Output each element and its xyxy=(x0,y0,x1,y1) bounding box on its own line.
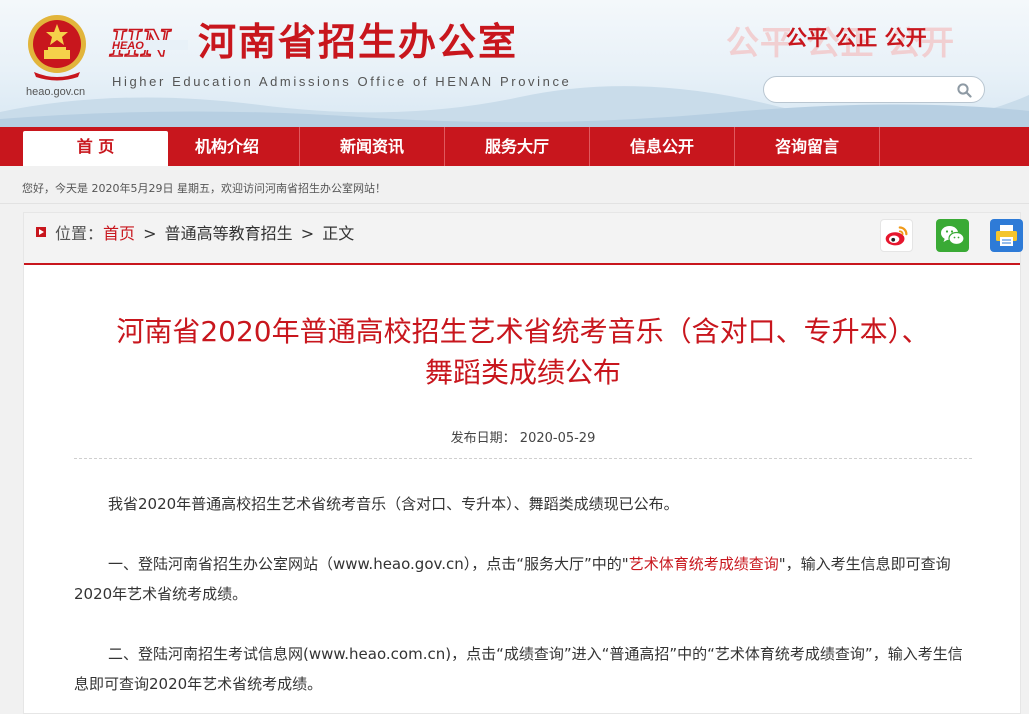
breadcrumb-marker-icon xyxy=(36,227,46,237)
breadcrumb: 位置：首页 > 普通高等教育招生 > 正文 xyxy=(55,223,354,245)
article-paragraph: 二、登陆河南招生考试信息网(www.heao.com.cn)，点击“成绩查询”进… xyxy=(74,645,963,693)
search-box[interactable] xyxy=(763,76,985,103)
site-title[interactable]: 河南省招生办公室 xyxy=(198,20,518,64)
logo-mark-text: HEAO xyxy=(112,40,144,52)
heao-logo-icon[interactable]: HN HEAO xyxy=(108,20,190,64)
publish-date-value: 2020-05-29 xyxy=(519,431,596,446)
site-header: heao.gov.cn HN HEAO 河南省招生办公室 Higher Educ… xyxy=(0,0,1029,127)
article-title: 河南省2020年普通高校招生艺术省统考音乐（含对口、专升本）、 舞蹈类成绩公布 xyxy=(64,311,982,393)
site-domain: heao.gov.cn xyxy=(26,86,86,98)
divider xyxy=(0,203,1029,204)
breadcrumb-home-link[interactable]: 首页 xyxy=(103,224,135,243)
breadcrumb-label: 位置： xyxy=(55,224,104,243)
divider xyxy=(74,458,972,460)
breadcrumb-separator: > xyxy=(143,224,157,243)
main-nav: 首 页 机构介绍 新闻资讯 服务大厅 信息公开 咨询留言 xyxy=(0,127,1029,166)
article-title-line: 舞蹈类成绩公布 xyxy=(424,356,621,389)
welcome-message: 您好，今天是 2020年5月29日 星期五，欢迎访问河南省招生办公室网站！ xyxy=(22,182,386,195)
breadcrumb-bar: 位置：首页 > 普通高等教育招生 > 正文 xyxy=(24,213,1023,265)
paragraph-text: 一、登陆河南省招生办公室网站（www.heao.gov.cn），点击“服务大厅”… xyxy=(108,555,629,573)
article-paragraph: 一、登陆河南省招生办公室网站（www.heao.gov.cn），点击“服务大厅”… xyxy=(74,549,972,609)
breadcrumb-current: 正文 xyxy=(322,224,355,243)
slogan: 公平 公正 公开 xyxy=(786,26,927,50)
nav-item-news[interactable]: 新闻资讯 xyxy=(300,127,445,166)
search-icon[interactable] xyxy=(956,82,972,98)
article-title-line: 河南省2020年普通高校招生艺术省统考音乐（含对口、专升本）、 xyxy=(116,315,930,348)
print-icon[interactable] xyxy=(990,219,1023,252)
publish-date: 发布日期： 2020-05-29 xyxy=(64,427,982,446)
score-query-link[interactable]: 艺术体育统考成绩查询 xyxy=(629,555,779,573)
breadcrumb-separator: > xyxy=(300,224,315,243)
nav-item-disclosure[interactable]: 信息公开 xyxy=(590,127,735,166)
weibo-icon[interactable] xyxy=(880,219,913,252)
wechat-icon[interactable] xyxy=(936,219,969,252)
nav-item-home[interactable]: 首 页 xyxy=(23,131,168,166)
national-emblem-icon[interactable] xyxy=(24,12,90,82)
publish-date-label: 发布日期： xyxy=(450,431,516,446)
nav-item-services[interactable]: 服务大厅 xyxy=(445,127,590,166)
search-input[interactable] xyxy=(774,80,948,101)
site-subtitle: Higher Education Admissions Office of HE… xyxy=(112,74,572,89)
article-panel: 位置：首页 > 普通高等教育招生 > 正文 河南省2020年普通高校招生艺术省统… xyxy=(23,212,1023,714)
nav-item-about[interactable]: 机构介绍 xyxy=(155,127,300,166)
article-paragraph: 我省2020年普通高校招生艺术省统考音乐（含对口、专升本）、舞蹈类成绩现已公布。 xyxy=(108,495,679,513)
nav-item-consult[interactable]: 咨询留言 xyxy=(735,127,880,166)
breadcrumb-section-link[interactable]: 普通高等教育招生 xyxy=(165,224,293,243)
